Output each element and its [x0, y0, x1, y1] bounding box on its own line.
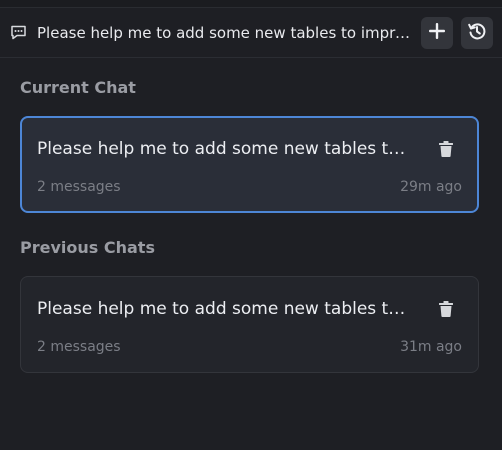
history-icon [468, 22, 486, 44]
chat-card-title: Please help me to add some new tables to… [37, 299, 407, 319]
current-chat-card[interactable]: Please help me to add some new tables to… [20, 116, 479, 213]
chat-history-button[interactable] [461, 17, 493, 49]
trash-icon[interactable] [439, 141, 453, 157]
previous-chat-card[interactable]: Please help me to add some new tables to… [20, 276, 479, 373]
message-count: 2 messages [37, 179, 121, 195]
top-divider [0, 0, 502, 8]
chat-title: Please help me to add some new tables to… [37, 24, 413, 42]
new-chat-button[interactable] [421, 17, 453, 49]
chat-header: Please help me to add some new tables to… [0, 8, 502, 58]
current-chat-heading: Current Chat [20, 78, 136, 97]
chat-bubble-icon [10, 24, 27, 41]
chat-history-panel: Please help me to add some new tables to… [0, 0, 502, 450]
plus-icon [429, 23, 445, 43]
message-count: 2 messages [37, 339, 121, 355]
chat-timestamp: 29m ago [400, 179, 462, 195]
chat-card-title: Please help me to add some new tables to… [37, 139, 407, 159]
trash-icon[interactable] [439, 301, 453, 317]
chat-timestamp: 31m ago [400, 339, 462, 355]
previous-chats-heading: Previous Chats [20, 238, 155, 257]
